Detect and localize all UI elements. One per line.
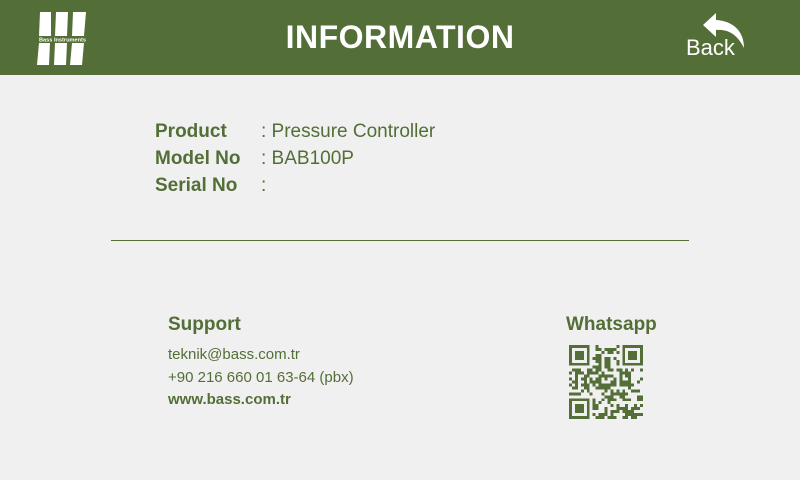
product-label: Product — [155, 121, 227, 142]
header-bar: Bass Instruments INFORMATION Back — [0, 0, 800, 75]
back-label: Back — [686, 35, 735, 60]
support-phone: +90 216 660 01 63-64 (pbx) — [168, 368, 354, 386]
product-info: Product : Pressure Controller Model No : B… — [155, 120, 435, 201]
support-section: Support teknik@bass.com.tr +90 216 660 0… — [168, 314, 354, 412]
support-website: www.bass.com.tr — [168, 391, 291, 408]
model-no-label: Model No — [155, 148, 241, 169]
info-row-model: Model No : BAB100P — [155, 147, 435, 174]
support-title: Support — [168, 314, 241, 335]
qr-code — [569, 345, 643, 419]
serial-no-label: Serial No — [155, 175, 238, 196]
whatsapp-section: Whatsapp — [566, 314, 657, 419]
product-value: : Pressure Controller — [261, 121, 436, 142]
serial-no-value: : — [261, 175, 267, 196]
model-no-value: : BAB100P — [261, 148, 354, 169]
divider — [111, 240, 689, 241]
info-row-product: Product : Pressure Controller — [155, 120, 435, 147]
back-button[interactable]: Back — [680, 10, 756, 66]
whatsapp-title: Whatsapp — [566, 314, 657, 335]
support-email: teknik@bass.com.tr — [168, 346, 300, 363]
info-row-serial: Serial No: — [155, 174, 435, 201]
